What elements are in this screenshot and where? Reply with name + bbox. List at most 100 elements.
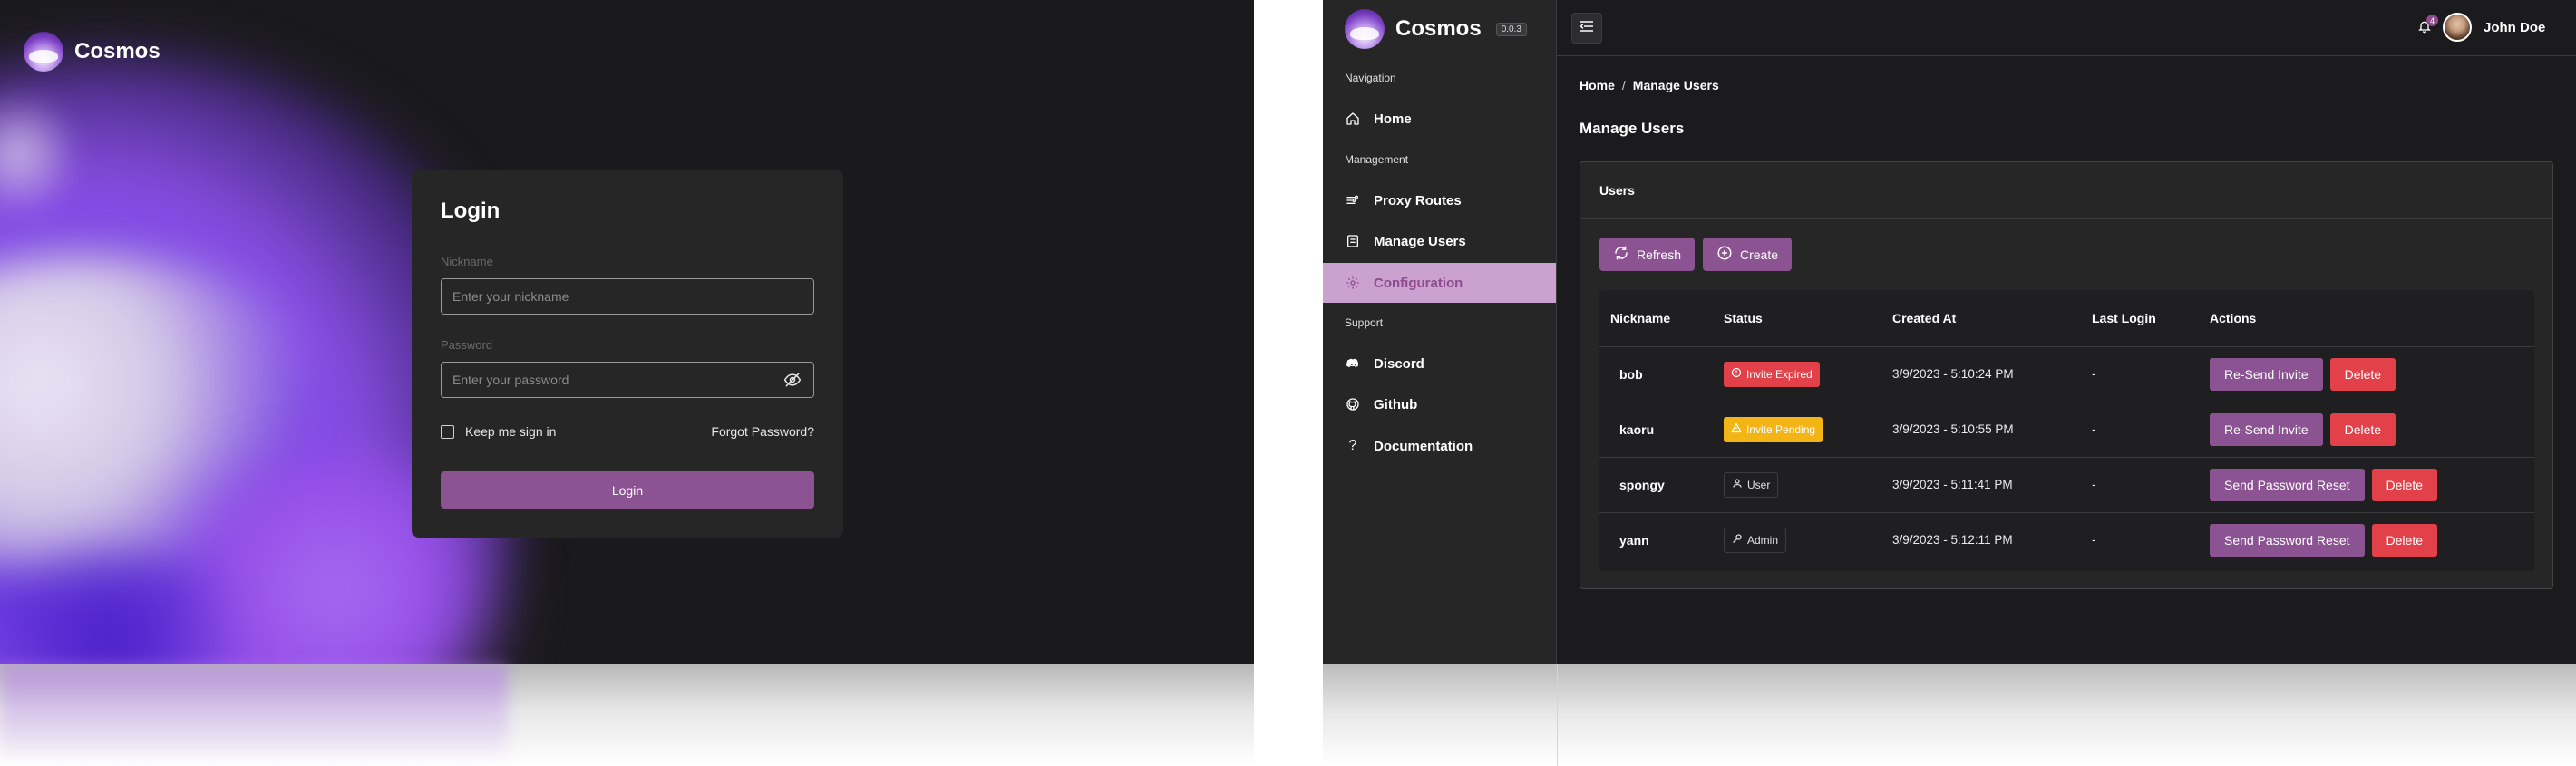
card-title: Users bbox=[1580, 162, 2552, 219]
status-badge: Invite Expired bbox=[1724, 361, 1820, 387]
status-label: User bbox=[1747, 478, 1771, 491]
column-header: Actions bbox=[2199, 290, 2534, 347]
brand-name: Cosmos bbox=[1395, 16, 1482, 41]
refresh-icon bbox=[1613, 245, 1629, 264]
delete-button[interactable]: Delete bbox=[2371, 468, 2437, 501]
actions-cell: Send Password Reset Delete bbox=[2199, 512, 2534, 567]
password-field[interactable] bbox=[441, 362, 814, 398]
sidebar-item-label: Documentation bbox=[1374, 438, 1473, 454]
notifications-button[interactable]: 4 bbox=[2413, 15, 2438, 40]
menu-toggle-button[interactable] bbox=[1571, 13, 1602, 44]
send-password-reset-button[interactable]: Send Password Reset bbox=[2210, 468, 2365, 501]
screenshot-stage: Cosmos Login Nickname Password bbox=[0, 0, 2576, 766]
row-actions: Send Password Reset Delete bbox=[2210, 523, 2534, 557]
breadcrumb: Home / Manage Users bbox=[1580, 78, 1719, 92]
column-header: Status bbox=[1713, 290, 1881, 347]
nickname-input[interactable] bbox=[452, 289, 802, 304]
cosmos-logo-icon bbox=[1345, 9, 1385, 49]
table-row: bob Invite Expired 3/9/2023 - 5:10:24 PM… bbox=[1599, 346, 2534, 402]
create-label: Create bbox=[1739, 247, 1779, 262]
sidebar-item-label: Configuration bbox=[1374, 275, 1463, 291]
row-actions: Send Password Reset Delete bbox=[2210, 468, 2534, 501]
refresh-label: Refresh bbox=[1636, 247, 1682, 262]
login-brand: Cosmos bbox=[24, 32, 160, 72]
nickname-label: Nickname bbox=[441, 255, 493, 268]
login-screenshot: Cosmos Login Nickname Password bbox=[0, 0, 1254, 766]
status-badge: Admin bbox=[1724, 527, 1787, 553]
topbar: 4 John Doe bbox=[1557, 0, 2576, 56]
send-password-reset-button[interactable]: Send Password Reset bbox=[2210, 523, 2365, 557]
last-login: - bbox=[2092, 533, 2096, 548]
sidebar-item-documentation[interactable]: ? Documentation bbox=[1323, 426, 1556, 466]
actions-cell: Re-Send Invite Delete bbox=[2199, 402, 2534, 458]
last-login: - bbox=[2081, 346, 2199, 402]
keep-signed-in-label: Keep me sign in bbox=[465, 424, 557, 439]
table-row: spongy User 3/9/2023 - 5:11:41 PM - Send… bbox=[1599, 457, 2534, 513]
breadcrumb-current: Manage Users bbox=[1632, 78, 1719, 92]
discord-icon bbox=[1345, 355, 1361, 372]
delete-button[interactable]: Delete bbox=[2329, 357, 2396, 391]
status-cell: Invite Pending bbox=[1713, 402, 1881, 458]
password-input[interactable] bbox=[452, 373, 783, 387]
status-badge: Invite Pending bbox=[1724, 416, 1823, 442]
last-login: - bbox=[2081, 402, 2199, 458]
delete-button[interactable]: Delete bbox=[2329, 412, 2396, 446]
sidebar-item-label: Home bbox=[1374, 111, 1412, 127]
status-label: Invite Pending bbox=[1746, 422, 1816, 436]
plus-circle-icon bbox=[1716, 245, 1733, 264]
sidebar: Cosmos 0.0.3 Navigation Home Management … bbox=[1323, 0, 1557, 664]
nav-heading-support: Support bbox=[1345, 316, 1384, 329]
eye-off-icon[interactable] bbox=[783, 370, 802, 390]
breadcrumb-home[interactable]: Home bbox=[1580, 78, 1615, 92]
admin-screen: Cosmos 0.0.3 Navigation Home Management … bbox=[1323, 0, 2576, 664]
routes-icon bbox=[1345, 192, 1361, 208]
user-nickname: spongy bbox=[1599, 457, 1713, 513]
breadcrumb-separator: / bbox=[1621, 78, 1626, 92]
sidebar-item-manage-users[interactable]: Manage Users bbox=[1323, 221, 1556, 261]
status-cell: Invite Expired bbox=[1713, 346, 1881, 402]
column-header: Created At bbox=[1881, 290, 2081, 347]
status-cell: Admin bbox=[1713, 512, 1881, 567]
users-card: Users Refresh Create Nickname Status Cre… bbox=[1580, 161, 2553, 589]
user-nickname: bob bbox=[1599, 346, 1713, 402]
reflection-fade bbox=[0, 664, 1254, 766]
sidebar-brand[interactable]: Cosmos 0.0.3 bbox=[1345, 9, 1527, 49]
sidebar-item-github[interactable]: Github bbox=[1323, 384, 1556, 424]
resend-invite-button[interactable]: Re-Send Invite bbox=[2210, 412, 2323, 446]
status-label: Admin bbox=[1747, 533, 1779, 547]
login-title: Login bbox=[441, 199, 501, 223]
created-at: 3/9/2023 - 5:10:55 PM bbox=[1881, 402, 2081, 458]
sidebar-item-label: Manage Users bbox=[1374, 233, 1466, 249]
user-name[interactable]: John Doe bbox=[2484, 20, 2545, 35]
avatar[interactable] bbox=[2443, 13, 2472, 42]
nav-heading-management: Management bbox=[1345, 153, 1409, 166]
created-at: 3/9/2023 - 5:10:24 PM bbox=[1881, 346, 2081, 402]
login-card: Login Nickname Password Keep me sign in bbox=[412, 170, 843, 538]
sidebar-item-proxy-routes[interactable]: Proxy Routes bbox=[1323, 180, 1556, 220]
forgot-password-link[interactable]: Forgot Password? bbox=[711, 424, 814, 439]
remember-row: Keep me sign in Forgot Password? bbox=[441, 422, 814, 441]
login-screen: Cosmos Login Nickname Password bbox=[0, 0, 1254, 664]
users-list-icon bbox=[1345, 233, 1361, 249]
delete-button[interactable]: Delete bbox=[2371, 523, 2437, 557]
reflection-tint bbox=[0, 664, 508, 766]
cosmos-logo-icon bbox=[24, 32, 63, 72]
refresh-button[interactable]: Refresh bbox=[1599, 238, 1695, 271]
sidebar-reflection-edge bbox=[1557, 664, 1558, 766]
brand-name: Cosmos bbox=[74, 39, 160, 63]
sidebar-item-configuration[interactable]: Configuration bbox=[1323, 263, 1556, 303]
password-label: Password bbox=[441, 338, 493, 352]
resend-invite-button[interactable]: Re-Send Invite bbox=[2210, 357, 2323, 391]
sidebar-item-home[interactable]: Home bbox=[1323, 99, 1556, 139]
sidebar-item-discord[interactable]: Discord bbox=[1323, 344, 1556, 383]
column-header: Nickname bbox=[1599, 290, 1713, 347]
table-row: yann Admin 3/9/2023 - 5:12:11 PM - Send … bbox=[1599, 512, 2534, 567]
sidebar-item-label: Github bbox=[1374, 396, 1418, 412]
admin-screenshot: Cosmos 0.0.3 Navigation Home Management … bbox=[1323, 0, 2576, 766]
keep-signed-in-checkbox[interactable] bbox=[441, 424, 454, 439]
nickname-field[interactable] bbox=[441, 278, 814, 315]
keep-signed-in[interactable]: Keep me sign in bbox=[441, 424, 556, 439]
gear-icon bbox=[1345, 275, 1361, 291]
create-button[interactable]: Create bbox=[1703, 238, 1792, 271]
login-button[interactable]: Login bbox=[441, 471, 814, 509]
